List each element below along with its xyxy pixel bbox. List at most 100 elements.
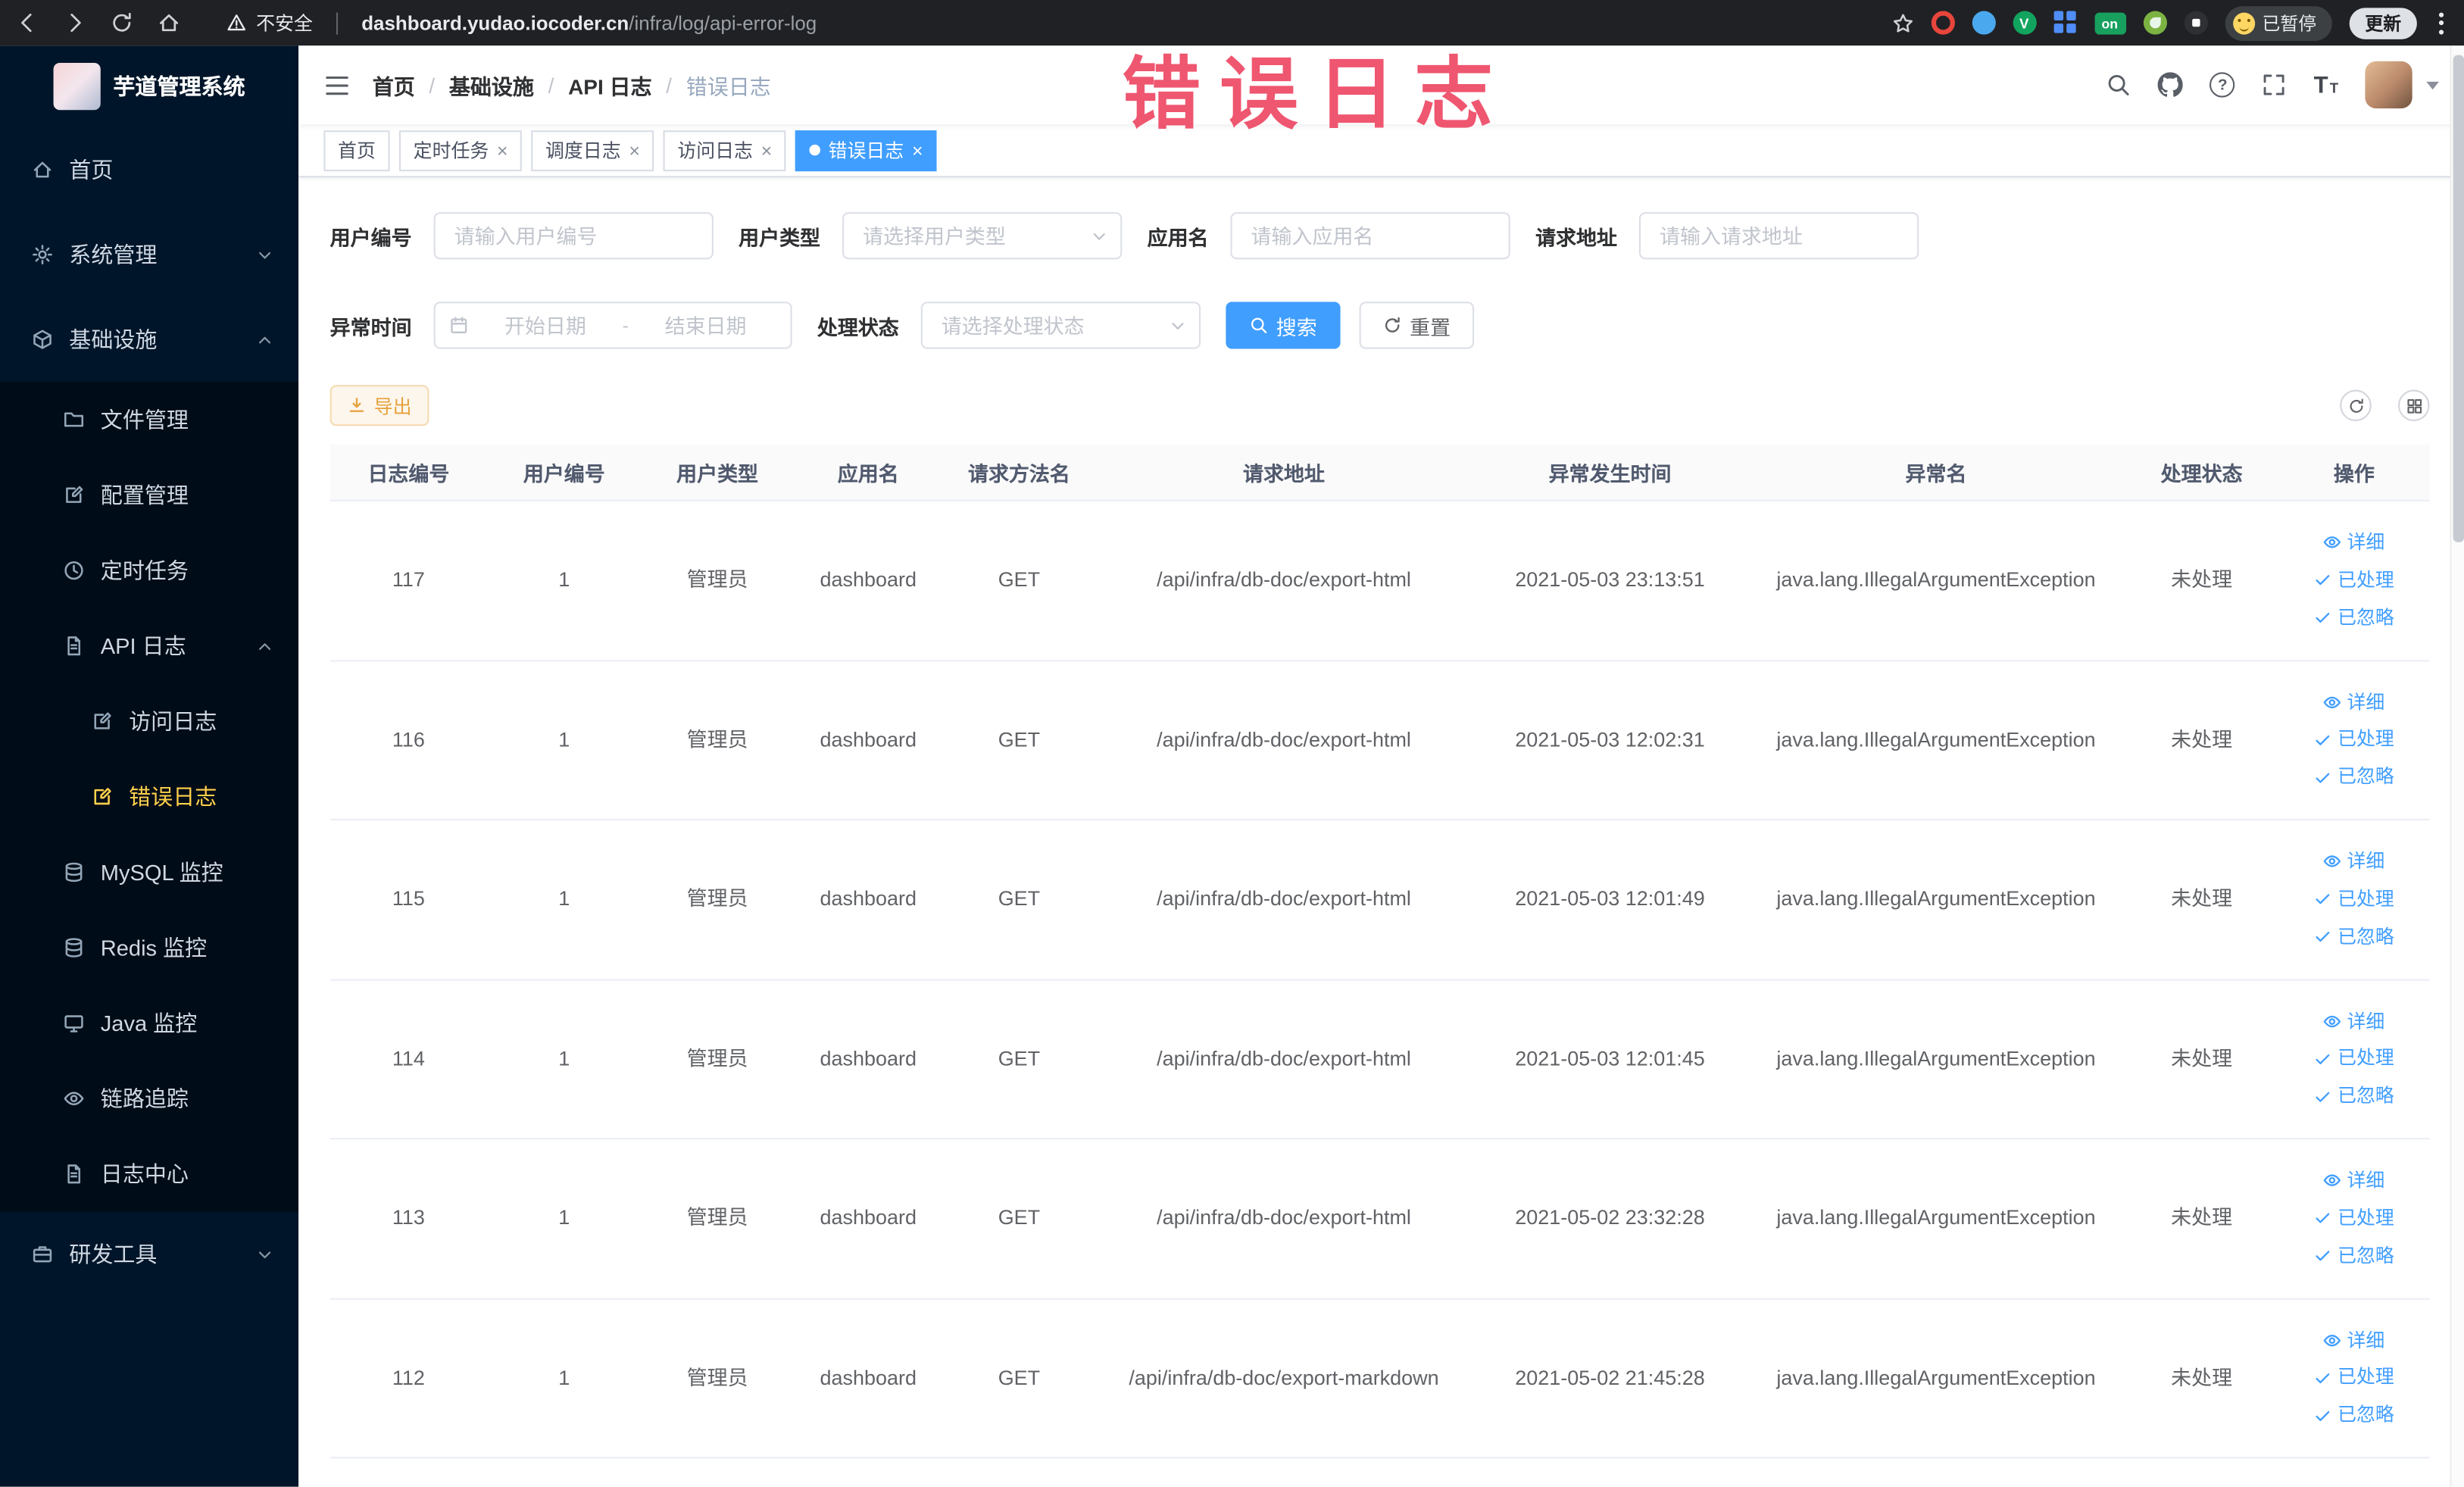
avatar[interactable]: [2365, 61, 2412, 109]
extension-red-icon[interactable]: [1930, 11, 1954, 35]
processed-link[interactable]: 已处理: [2314, 726, 2394, 753]
user-id-input[interactable]: [433, 212, 714, 260]
tab-schedule-log[interactable]: 调度日志: [531, 130, 654, 171]
security-indicator[interactable]: 不安全: [226, 9, 313, 36]
breadcrumb-item[interactable]: 基础设施: [449, 69, 534, 100]
extension-v-icon[interactable]: [2012, 11, 2036, 35]
detail-link[interactable]: 详细: [2323, 848, 2384, 875]
tab-access-log[interactable]: 访问日志: [663, 130, 786, 171]
processed-link[interactable]: 已处理: [2314, 1205, 2394, 1232]
font-size-icon[interactable]: [2314, 71, 2339, 98]
end-date-input[interactable]: [635, 313, 776, 338]
search-button[interactable]: 搜索: [1226, 301, 1341, 349]
table-header: 日志编号 用户编号 用户类型 应用名 请求方法名 请求地址 异常发生时间 异常名…: [329, 445, 2430, 501]
cell-method: GET: [998, 1365, 1041, 1389]
cell-user-type: 管理员: [686, 567, 748, 592]
chevron-up-icon: [256, 637, 273, 654]
user-type-select-input[interactable]: [842, 212, 1123, 260]
close-icon[interactable]: [912, 141, 923, 160]
detail-link[interactable]: 详细: [2323, 1327, 2384, 1354]
search-icon[interactable]: [2106, 72, 2131, 97]
app-name-input[interactable]: [1230, 212, 1510, 260]
ignored-link[interactable]: 已忽略: [2314, 1242, 2394, 1269]
sidebar-item-job[interactable]: 定时任务: [0, 533, 298, 608]
sidebar-item-file[interactable]: 文件管理: [0, 382, 298, 458]
browser-menu-icon[interactable]: [2434, 11, 2449, 34]
sidebar-item-infra[interactable]: 基础设施: [0, 297, 298, 382]
bookmark-star-icon[interactable]: [1891, 12, 1913, 34]
profile-chip[interactable]: 已暂停: [2224, 5, 2332, 40]
refresh-button[interactable]: [2340, 389, 2372, 422]
extension-pin-icon[interactable]: [2183, 11, 2207, 35]
edit-icon: [91, 711, 113, 733]
detail-link[interactable]: 详细: [2323, 1168, 2384, 1195]
github-icon[interactable]: [2158, 72, 2183, 97]
filter-user-type: 用户类型: [739, 212, 1123, 260]
scrollbar-thumb[interactable]: [2453, 55, 2464, 542]
column-settings-button[interactable]: [2397, 389, 2430, 422]
ignored-link[interactable]: 已忽略: [2314, 604, 2394, 631]
browser-back-button[interactable]: [16, 11, 39, 35]
sidebar-item-dev-tool[interactable]: 研发工具: [0, 1212, 298, 1297]
processed-link[interactable]: 已处理: [2314, 567, 2394, 594]
logo[interactable]: 芋道管理系统: [0, 45, 298, 127]
column-header: 操作: [2333, 461, 2375, 486]
extension-leaf-icon[interactable]: [2142, 11, 2166, 35]
edit-icon: [63, 484, 85, 506]
browser-reload-button[interactable]: [110, 11, 133, 35]
detail-link[interactable]: 详细: [2323, 530, 2384, 556]
sidebar-item-home[interactable]: 首页: [0, 127, 298, 212]
sidebar-item-api-log[interactable]: API 日志: [0, 608, 298, 684]
extension-blue-icon[interactable]: [1971, 11, 1995, 35]
ignored-link[interactable]: 已忽略: [2314, 764, 2394, 791]
sidebar-item-error-log[interactable]: 错误日志: [0, 759, 298, 835]
extension-on-badge[interactable]: on: [2094, 11, 2126, 34]
hamburger-icon[interactable]: [323, 71, 350, 98]
tab-job[interactable]: 定时任务: [399, 130, 522, 171]
reset-button[interactable]: 重置: [1359, 301, 1475, 349]
sidebar-item-config[interactable]: 配置管理: [0, 458, 298, 533]
fullscreen-icon[interactable]: [2262, 72, 2287, 97]
caret-down-icon[interactable]: [2426, 81, 2439, 96]
ignored-link[interactable]: 已忽略: [2314, 1083, 2394, 1110]
tab-home[interactable]: 首页: [323, 130, 390, 171]
start-date-input[interactable]: [474, 313, 617, 338]
processed-link[interactable]: 已处理: [2314, 1365, 2394, 1392]
detail-link[interactable]: 详细: [2323, 1008, 2384, 1035]
browser-home-button[interactable]: [157, 11, 180, 35]
close-icon[interactable]: [629, 141, 640, 160]
exception-time-range[interactable]: -: [433, 301, 792, 349]
process-status-select[interactable]: [920, 301, 1201, 349]
sidebar-item-redis[interactable]: Redis 监控: [0, 910, 298, 986]
scrollbar: [2450, 45, 2464, 1487]
ignored-link[interactable]: 已忽略: [2314, 923, 2394, 950]
clock-icon: [63, 560, 85, 582]
breadcrumb-item[interactable]: 首页: [373, 69, 415, 100]
export-button[interactable]: 导出: [329, 385, 429, 426]
browser-forward-button[interactable]: [63, 11, 86, 35]
process-status-select-input[interactable]: [920, 301, 1201, 349]
processed-link[interactable]: 已处理: [2314, 886, 2394, 913]
detail-link[interactable]: 详细: [2323, 689, 2384, 716]
address-bar[interactable]: dashboard.yudao.iocoder.cn/infra/log/api…: [361, 12, 817, 34]
close-icon[interactable]: [760, 141, 772, 160]
sidebar-item-access-log[interactable]: 访问日志: [0, 683, 298, 759]
browser-update-button[interactable]: 更新: [2349, 7, 2417, 39]
extension-grid-icon[interactable]: [2053, 11, 2077, 35]
tab-error-log[interactable]: 错误日志: [795, 130, 937, 171]
sidebar-item-mysql[interactable]: MySQL 监控: [0, 835, 298, 911]
sidebar-item-java[interactable]: Java 监控: [0, 986, 298, 1061]
sidebar-item-log-center[interactable]: 日志中心: [0, 1136, 298, 1212]
request-url-input[interactable]: [1639, 212, 1919, 260]
tabs-bar: 首页 定时任务 调度日志 访问日志 错误日志: [298, 123, 2464, 178]
user-type-select[interactable]: [842, 212, 1123, 260]
breadcrumb-item[interactable]: API 日志: [568, 69, 652, 100]
cell-actions: 详细 已处理 已忽略: [2278, 1299, 2429, 1457]
ignored-link[interactable]: 已忽略: [2314, 1402, 2394, 1429]
sidebar-item-system[interactable]: 系统管理: [0, 212, 298, 297]
sidebar-item-trace[interactable]: 链路追踪: [0, 1061, 298, 1136]
help-icon[interactable]: [2209, 72, 2235, 98]
close-icon[interactable]: [497, 141, 508, 160]
table-row: 115 1 管理员 dashboard GET /api/infra/db-do…: [329, 820, 2430, 980]
processed-link[interactable]: 已处理: [2314, 1045, 2394, 1072]
